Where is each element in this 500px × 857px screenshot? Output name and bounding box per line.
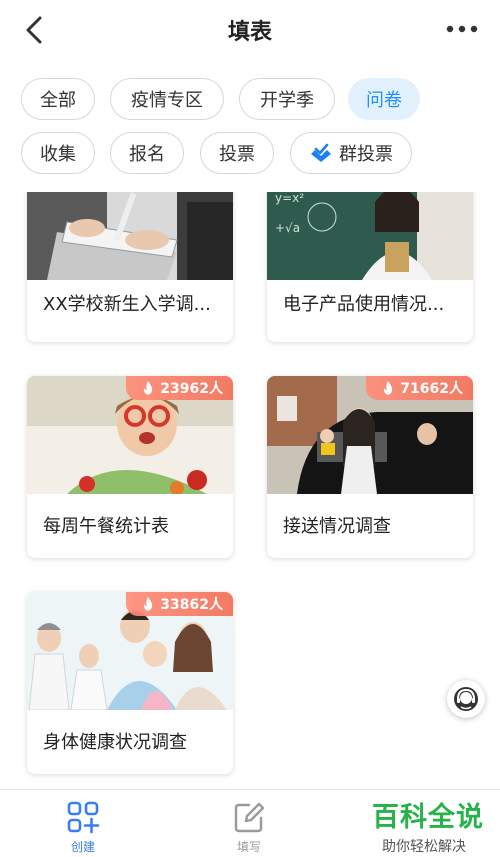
card-image: 33862人 (27, 592, 233, 710)
tab-create[interactable]: 创建 (43, 800, 123, 855)
top-bar: 填表 (0, 0, 500, 60)
tab-label: 创建 (70, 840, 95, 854)
edit-icon (234, 802, 265, 833)
chip-all[interactable]: 全部 (21, 78, 95, 120)
more-dots-icon[interactable] (442, 14, 482, 44)
chip-epidemic[interactable]: 疫情专区 (110, 78, 224, 120)
customer-service-button[interactable] (447, 680, 485, 718)
chip-group-vote[interactable]: 群投票 (290, 132, 412, 174)
chip-label: 收集 (40, 144, 76, 165)
svg-text:y=x²: y=x² (275, 192, 304, 205)
participant-badge: 23962人 (126, 376, 233, 400)
chip-label: 报名 (129, 144, 165, 165)
participant-count: 33862人 (160, 597, 223, 613)
fire-icon (144, 381, 153, 395)
chip-school-start[interactable]: 开学季 (239, 78, 335, 120)
card-title: 电子产品使用情况... (283, 294, 445, 315)
chip-label: 问卷 (366, 90, 402, 111)
card-image (27, 192, 233, 280)
participant-count: 23962人 (160, 381, 223, 397)
template-grid: XX学校新生入学调... y=x² +√a 电子产品使用情况... 23962人… (0, 192, 500, 788)
watermark-subtitle: 助你轻松解决 (382, 839, 466, 855)
watermark: 百科全说 助你轻松解决 (372, 795, 492, 856)
template-card[interactable]: y=x² +√a 电子产品使用情况... (267, 192, 473, 342)
chip-questionnaire[interactable]: 问卷 (348, 78, 420, 120)
card-image: 23962人 (27, 376, 233, 494)
chip-label: 全部 (40, 90, 76, 111)
create-grid-icon (67, 801, 100, 834)
tab-label: 填写 (236, 840, 261, 854)
participant-badge: 33862人 (126, 592, 233, 616)
card-title: 接送情况调查 (283, 516, 391, 537)
category-chips: 全部 疫情专区 开学季 问卷 收集 报名 投票 群投票 (0, 76, 500, 186)
chip-label: 投票 (219, 144, 255, 165)
chip-collect[interactable]: 收集 (21, 132, 95, 174)
template-card[interactable]: 71662人 接送情况调查 (267, 376, 473, 558)
chip-vote[interactable]: 投票 (200, 132, 274, 174)
template-card[interactable]: 23962人 每周午餐统计表 (27, 376, 233, 558)
headset-icon (454, 687, 478, 711)
svg-text:+√a: +√a (275, 221, 300, 235)
participant-badge: 71662人 (366, 376, 473, 400)
card-title: 每周午餐统计表 (43, 516, 169, 537)
fire-icon (384, 381, 393, 395)
card-image: 71662人 (267, 376, 473, 494)
card-image: y=x² +√a (267, 192, 473, 280)
chip-label: 疫情专区 (131, 90, 203, 111)
watermark-title: 百科全说 (372, 802, 484, 833)
card-title: 身体健康状况调查 (43, 732, 187, 753)
vote-box-icon (311, 143, 331, 162)
participant-count: 71662人 (400, 381, 463, 397)
tab-fill[interactable]: 填写 (209, 800, 289, 855)
card-title: XX学校新生入学调... (43, 294, 211, 315)
page-title: 填表 (227, 20, 272, 45)
chip-label: 群投票 (339, 144, 393, 165)
fire-icon (144, 597, 153, 611)
template-card[interactable]: 33862人 身体健康状况调查 (27, 592, 233, 774)
chip-signup[interactable]: 报名 (110, 132, 184, 174)
template-card[interactable]: XX学校新生入学调... (27, 192, 233, 342)
chip-label: 开学季 (260, 90, 314, 111)
